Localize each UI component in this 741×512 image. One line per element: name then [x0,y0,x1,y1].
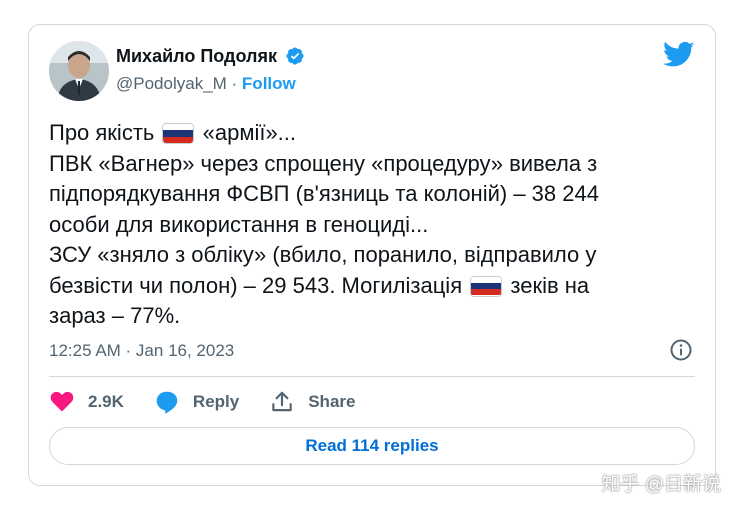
author-handle[interactable]: @Podolyak_M [116,74,227,93]
tweet-text-segment: безвісти чи полон) – 29 543. Могилізація [49,272,463,298]
russia-flag-icon [471,276,502,296]
reply-bubble-icon [156,391,178,414]
tweet-line: зараз – 77%. [49,303,181,328]
avatar-image [49,41,109,101]
tweet-card: Михайло Подоляк @Podolyak_M · Follow Про… [28,24,716,486]
like-count: 2.9K [88,392,124,411]
read-replies-button[interactable]: Read 114 replies [49,427,695,465]
tweet-text: Про якість «армії»... ПВК «Вагнер» через… [49,118,699,332]
handle-row: @Podolyak_M · Follow [116,74,296,94]
tweet-line: особи для використання в геноциді... [49,211,429,237]
tweet-line: підпорядкування ФСВП (в'язниць та колоні… [49,181,599,206]
avatar[interactable] [49,41,109,101]
twitter-bird-icon[interactable] [663,41,695,69]
heart-icon [50,391,74,412]
separator: · [226,74,242,93]
reply-label: Reply [192,392,240,411]
divider [49,376,695,377]
action-bar: 2.9K Reply Share [49,387,385,417]
tweet-line: ЗСУ «зняло з обліку» (вбило, поранило, в… [49,242,597,267]
reply-button[interactable]: Reply [154,389,239,415]
author-name-text: Михайло Подоляк [116,46,277,66]
follow-button[interactable]: Follow [242,74,296,93]
share-button[interactable]: Share [269,389,355,415]
info-icon[interactable] [669,338,693,362]
author-name[interactable]: Михайло Подоляк [116,46,305,67]
russia-flag-icon [163,124,194,143]
read-replies-label: Read 114 replies [305,436,439,455]
verified-badge-icon [286,47,304,65]
share-icon [272,391,292,412]
tweet-line: ПВК «Вагнер» через спрощену «процедуру» … [49,150,598,176]
tweet-text-segment: «армії»... [202,120,297,145]
like-button[interactable]: 2.9K [49,389,124,415]
timestamp[interactable]: 12:25 AM · Jan 16, 2023 [49,341,234,361]
watermark: 知乎 @日新说 [601,474,721,495]
share-label: Share [308,392,356,411]
tweet-line: Про якість «армії»... [49,118,699,149]
tweet-line: безвісти чи полон) – 29 543. Могилізація… [49,271,699,302]
tweet-text-segment: Про якість [49,120,155,145]
tweet-text-segment: зеків на [510,272,590,298]
